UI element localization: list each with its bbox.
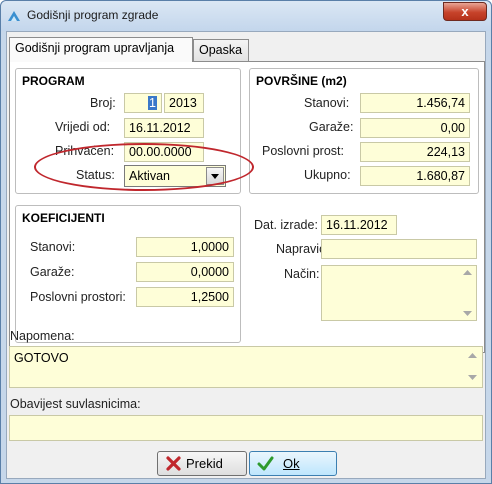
koef-stanovi-field[interactable]: 1,0000: [136, 237, 234, 257]
vrijedi-od-label: Vrijedi od:: [55, 120, 111, 134]
povrsine-stanovi-label: Stanovi:: [304, 96, 350, 110]
ok-label: Ok: [283, 456, 300, 471]
status-dropdown-button[interactable]: [206, 167, 224, 185]
nacin-label: Način:: [284, 267, 320, 281]
ok-button[interactable]: Ok: [249, 451, 337, 476]
napomena-scroll-down-icon[interactable]: [467, 373, 478, 382]
nacin-field[interactable]: [321, 265, 477, 321]
dialog-window: Godišnji program zgrade x Godišnji progr…: [0, 0, 492, 484]
koef-poslovni-field[interactable]: 1,2500: [136, 287, 234, 307]
povrsine-garaze-field[interactable]: 0,00: [360, 118, 470, 138]
povrsine-ukupno-field[interactable]: 1.680,87: [360, 166, 470, 186]
window-title: Godišnji program zgrade: [27, 8, 159, 22]
koef-garaze-field[interactable]: 0,0000: [136, 262, 234, 282]
koeficijenti-title: KOEFICIJENTI: [22, 211, 105, 225]
chevron-down-icon: [211, 174, 219, 179]
obavijest-label: Obavijest suvlasnicima:: [10, 397, 141, 411]
broj-year-field[interactable]: 2013: [164, 93, 204, 113]
dat-izrade-field[interactable]: 16.11.2012: [321, 215, 397, 235]
broj-field[interactable]: 1: [124, 93, 162, 113]
povrsine-garaze-label: Garaže:: [309, 120, 354, 134]
close-button[interactable]: x: [443, 2, 487, 21]
povrsine-ukupno-label: Ukupno:: [304, 168, 351, 182]
checkmark-icon: [257, 456, 274, 471]
status-value: Aktivan: [129, 169, 170, 183]
prihvacen-field[interactable]: 00.00.0000: [124, 142, 204, 162]
broj-label: Broj:: [90, 96, 116, 110]
povrsine-poslovni-field[interactable]: 224,13: [360, 142, 470, 162]
napomena-scroll-up-icon[interactable]: [467, 351, 478, 360]
scroll-down-icon[interactable]: [462, 309, 473, 318]
napomena-label: Napomena:: [10, 329, 75, 343]
tab-godisnji-program[interactable]: Godišnji program upravljanja: [9, 37, 193, 62]
app-icon: [8, 11, 20, 21]
obavijest-field[interactable]: [9, 415, 483, 441]
tab-panel: PROGRAM Broj: 1 2013 Vrijedi od: 16.11.2…: [9, 61, 485, 353]
broj-value: 1: [148, 96, 157, 110]
scroll-up-icon[interactable]: [462, 268, 473, 277]
povrsine-title: POVRŠINE (m2): [256, 74, 347, 88]
prekid-label: Prekid: [186, 456, 223, 471]
dat-izrade-label: Dat. izrade:: [254, 218, 318, 232]
prihvacen-label: Prihvaćen:: [55, 144, 115, 158]
prekid-button[interactable]: Prekid: [157, 451, 247, 476]
povrsine-stanovi-field[interactable]: 1.456,74: [360, 93, 470, 113]
status-label: Status:: [76, 168, 115, 182]
koef-garaze-label: Garaže:: [30, 265, 75, 279]
tab-opaska[interactable]: Opaska: [193, 39, 249, 61]
cancel-x-icon: [166, 456, 181, 471]
dialog-client: Godišnji program upravljanja Opaska PROG…: [6, 31, 486, 479]
status-select[interactable]: Aktivan: [124, 165, 226, 187]
napomena-field[interactable]: GOTOVO: [9, 346, 483, 388]
povrsine-poslovni-label: Poslovni prost:: [262, 144, 344, 158]
napravio-field[interactable]: [321, 239, 477, 259]
koef-poslovni-label: Poslovni prostori:: [30, 290, 126, 304]
vrijedi-od-field[interactable]: 16.11.2012: [124, 118, 204, 138]
program-title: PROGRAM: [22, 74, 85, 88]
title-bar[interactable]: Godišnji program zgrade x: [1, 1, 491, 31]
koef-stanovi-label: Stanovi:: [30, 240, 76, 254]
